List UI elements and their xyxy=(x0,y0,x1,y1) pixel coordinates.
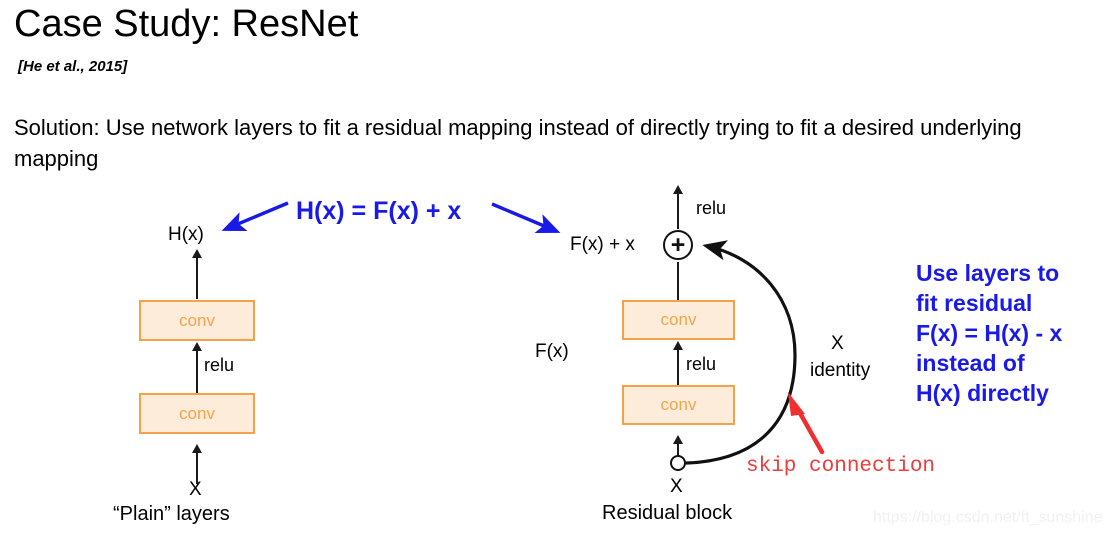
equation-annotation: H(x) = F(x) + x xyxy=(296,197,462,225)
residual-conv-bottom: conv xyxy=(622,385,735,425)
watermark-text: https://blog.csdn.net/ft_sunshine xyxy=(873,509,1103,526)
plain-input-label: X xyxy=(189,479,202,500)
identity-label-x: X xyxy=(831,333,844,354)
plain-conv-top-label: conv xyxy=(179,310,215,330)
note-line-5: H(x) directly xyxy=(916,380,1049,406)
plain-input-arrow-head xyxy=(192,444,202,453)
residual-top-line xyxy=(677,193,679,229)
plain-caption: “Plain” layers xyxy=(113,503,230,525)
residual-conv-bottom-label: conv xyxy=(660,395,697,414)
page-title: Case Study: ResNet xyxy=(14,3,359,45)
skip-connection-label: skip connection xyxy=(746,455,936,478)
plain-output-label: H(x) xyxy=(168,224,204,245)
residual-caption: Residual block xyxy=(602,502,733,524)
sum-operator-circle: + xyxy=(663,230,693,260)
citation-label: [He et al., 2015] xyxy=(18,58,128,75)
plus-icon: + xyxy=(670,230,686,259)
plain-relu-line xyxy=(196,350,198,394)
note-line-1: Use layers to xyxy=(916,260,1060,286)
plain-conv-bottom-label: conv xyxy=(179,403,215,423)
plain-conv-bottom: conv xyxy=(139,393,255,434)
blue-arrow-right xyxy=(491,202,561,233)
blue-arrow-left xyxy=(221,201,289,232)
skip-connection-arrow xyxy=(788,392,825,455)
residual-conv-top: conv xyxy=(622,300,735,340)
skip-junction-node xyxy=(670,455,686,471)
residual-conv-to-sum-line xyxy=(677,262,679,300)
plain-conv-top: conv xyxy=(139,300,255,341)
residual-relu-label: relu xyxy=(686,354,717,374)
residual-explanation-note: Use layers to fit residual F(x) = H(x) -… xyxy=(916,258,1062,408)
residual-sum-output-label: F(x) + x xyxy=(570,234,635,255)
slide-canvas: Case Study: ResNet [He et al., 2015] Sol… xyxy=(0,0,1111,538)
residual-input-label: X xyxy=(670,476,683,497)
note-line-4: instead of xyxy=(916,350,1025,376)
residual-function-label: F(x) xyxy=(535,341,569,362)
residual-top-relu-label: relu xyxy=(696,198,727,218)
note-line-2: fit residual xyxy=(916,290,1033,316)
plain-arrow-top-line xyxy=(196,257,198,299)
plain-relu-arrow-head xyxy=(192,342,202,351)
residual-top-arrow-head xyxy=(673,185,683,194)
body-paragraph: Solution: Use network layers to fit a re… xyxy=(14,115,1022,171)
residual-input-arrow-head xyxy=(673,435,683,444)
residual-conv-top-label: conv xyxy=(660,310,697,329)
plain-relu-label: relu xyxy=(204,355,235,375)
note-line-3: F(x) = H(x) - x xyxy=(916,320,1063,346)
plain-arrow-top-head xyxy=(192,249,202,258)
identity-label-text: identity xyxy=(810,360,871,381)
residual-relu-arrow-head xyxy=(673,341,683,350)
